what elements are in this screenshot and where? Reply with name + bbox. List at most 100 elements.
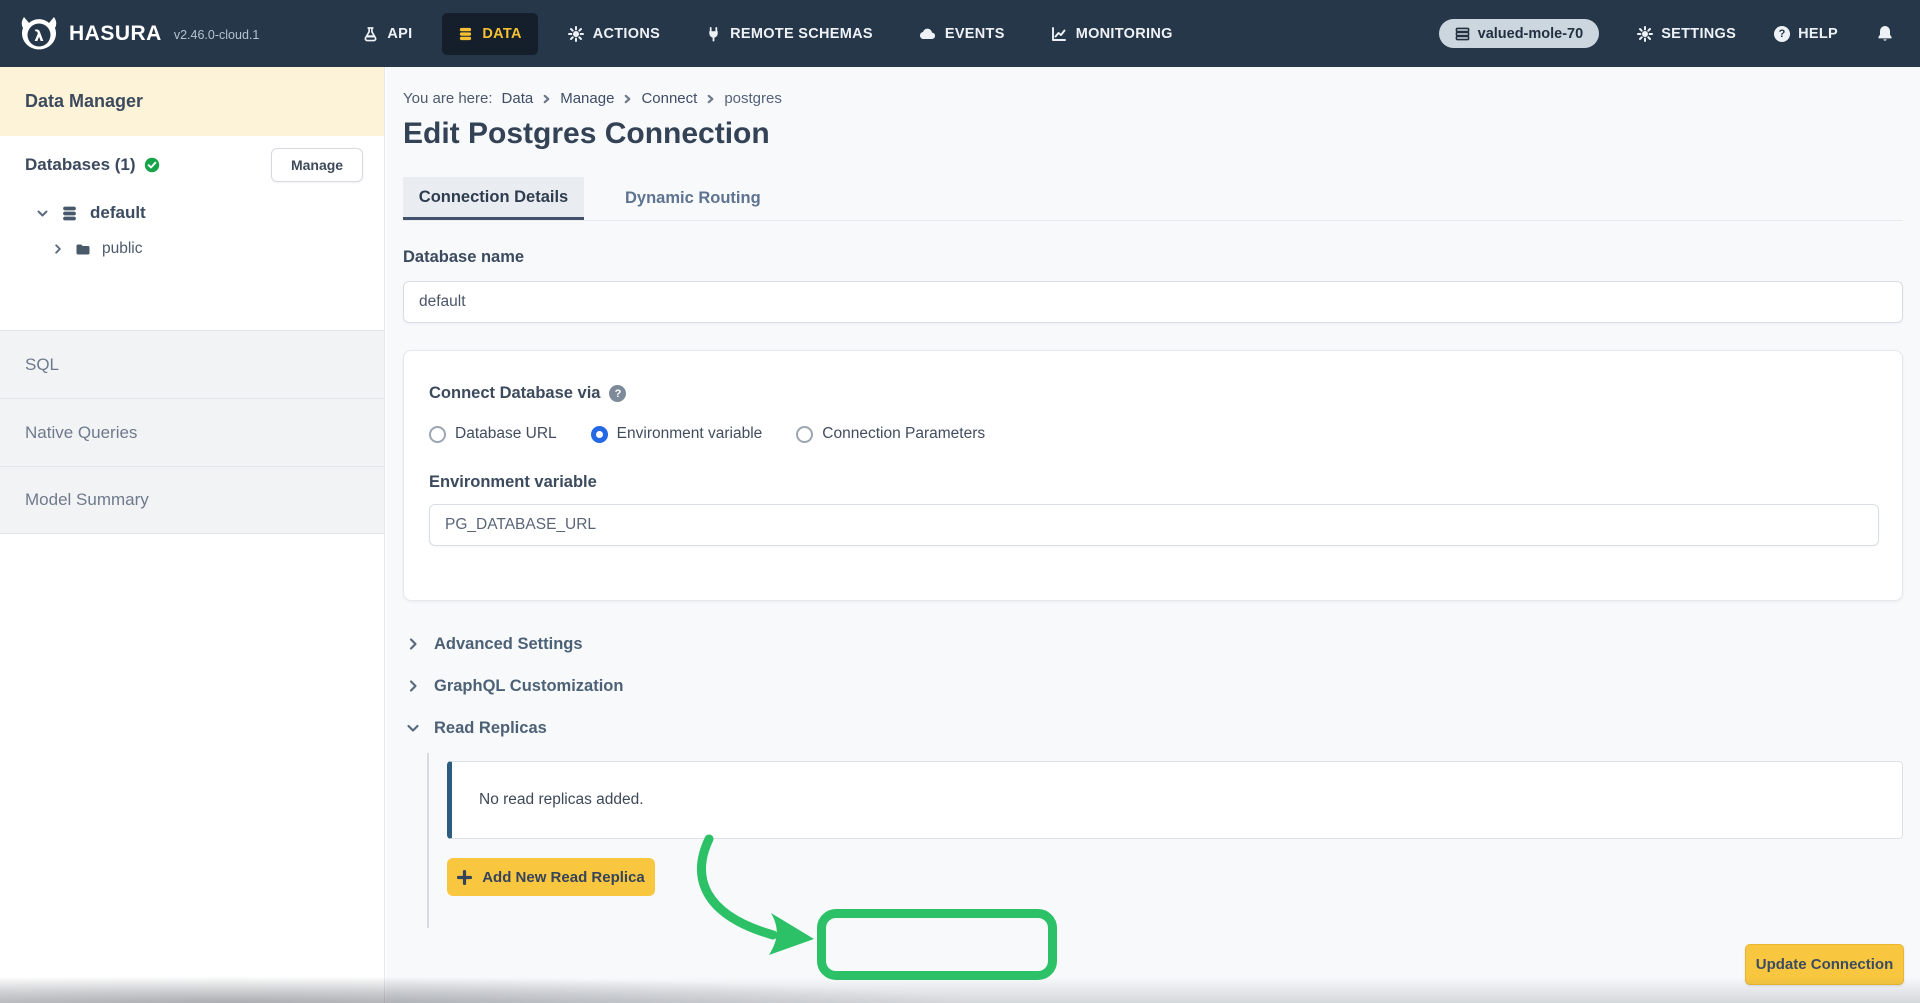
env-var-label: Environment variable [429, 473, 1877, 492]
databases-row: Databases (1) Manage [0, 136, 384, 194]
nav-item-remote-schemas[interactable]: REMOTE SCHEMAS [690, 13, 889, 55]
chevron-right-icon [623, 94, 632, 104]
update-connection-button[interactable]: Update Connection [1745, 944, 1904, 985]
nav-item-data[interactable]: DATA [442, 13, 537, 55]
server-icon [1455, 27, 1470, 41]
help-label: HELP [1798, 26, 1838, 42]
radio-icon[interactable] [796, 426, 813, 443]
plug-icon [706, 26, 721, 42]
sidebar-item-native-queries[interactable]: Native Queries [0, 398, 384, 466]
chevron-down-icon [406, 721, 420, 735]
help-circle-icon[interactable]: ? [609, 385, 626, 402]
tab-label: Connection Details [419, 188, 568, 207]
project-name: valued-mole-70 [1478, 26, 1584, 42]
help-link[interactable]: ? HELP [1774, 26, 1838, 42]
chevron-right-icon [406, 679, 420, 693]
svg-text:λ: λ [34, 27, 44, 45]
section-label: GraphQL Customization [434, 677, 623, 696]
nav-item-api[interactable]: API [347, 13, 428, 55]
section-label: Read Replicas [434, 719, 547, 738]
connect-via-options: Database URL Environment variable Connec… [429, 425, 1877, 443]
tree-item-public-schema[interactable]: public [0, 232, 384, 266]
radio-icon[interactable] [591, 426, 608, 443]
section-graphql-customization[interactable]: GraphQL Customization [406, 665, 623, 707]
folder-icon [75, 242, 91, 257]
database-icon [61, 205, 78, 222]
add-read-replica-button[interactable]: Add New Read Replica [447, 858, 655, 896]
database-name-label: Database name [403, 248, 524, 267]
nav-item-monitoring[interactable]: MONITORING [1035, 13, 1189, 55]
flask-icon [363, 26, 378, 42]
breadcrumb-item-postgres: postgres [724, 90, 782, 107]
database-icon [458, 26, 473, 42]
chevron-right-icon [406, 637, 420, 651]
navbar-right: valued-mole-70 SETTINGS ? HELP [1439, 19, 1894, 48]
top-navbar: λ HASURA v2.46.0-cloud.1 API [0, 0, 1920, 67]
main-nav: API DATA ACTIONS [347, 13, 1188, 55]
tab-connection-details[interactable]: Connection Details [403, 177, 584, 220]
settings-label: SETTINGS [1661, 26, 1736, 42]
sidebar-item-label: Native Queries [25, 423, 137, 443]
nav-item-label: REMOTE SCHEMAS [730, 26, 873, 42]
database-name-input[interactable] [403, 281, 1903, 323]
breadcrumb-prefix: You are here: [403, 90, 493, 107]
chart-icon [1051, 26, 1067, 42]
sidebar-item-sql[interactable]: SQL [0, 330, 384, 398]
section-label: Advanced Settings [434, 635, 583, 654]
chevron-right-icon[interactable] [52, 243, 64, 255]
cloud-icon [919, 26, 936, 42]
radio-icon[interactable] [429, 426, 446, 443]
chevron-right-icon [706, 94, 715, 104]
nav-item-label: EVENTS [945, 26, 1005, 42]
nav-item-events[interactable]: EVENTS [903, 13, 1021, 55]
add-read-replica-label: Add New Read Replica [482, 869, 645, 886]
tab-label: Dynamic Routing [625, 189, 761, 208]
chevron-right-icon [542, 94, 551, 104]
env-var-input[interactable] [429, 504, 1879, 546]
annotation-highlight-ring [817, 909, 1057, 980]
chevron-down-icon[interactable] [36, 207, 49, 220]
sidebar: Data Manager Databases (1) Manage defaul [0, 67, 385, 1003]
nav-item-label: DATA [482, 26, 521, 42]
nav-item-label: ACTIONS [593, 26, 660, 42]
page-title: Edit Postgres Connection [403, 117, 770, 151]
version-label: v2.46.0-cloud.1 [174, 28, 259, 42]
radio-label: Connection Parameters [822, 425, 985, 443]
gear-icon [1637, 26, 1653, 42]
plus-icon [457, 870, 472, 885]
connect-via-card: Connect Database via ? Database URL Envi… [403, 350, 1903, 601]
brand-block[interactable]: λ HASURA v2.46.0-cloud.1 [18, 15, 259, 53]
radio-environment-variable[interactable]: Environment variable [591, 425, 763, 443]
project-pill[interactable]: valued-mole-70 [1439, 19, 1600, 48]
check-circle-icon [144, 157, 160, 173]
nav-item-label: API [387, 26, 412, 42]
hasura-logo-icon: λ [18, 15, 60, 53]
sidebar-header[interactable]: Data Manager [0, 67, 384, 136]
main-content: You are here: Data Manage Connect postgr… [386, 67, 1920, 1003]
breadcrumb-item-connect[interactable]: Connect [641, 90, 697, 107]
settings-link[interactable]: SETTINGS [1637, 26, 1736, 42]
section-read-replicas[interactable]: Read Replicas [406, 707, 623, 749]
connect-via-label: Connect Database via [429, 384, 600, 403]
radio-connection-parameters[interactable]: Connection Parameters [796, 425, 985, 443]
notification-bell-icon[interactable] [1876, 24, 1894, 43]
read-replicas-empty-box: No read replicas added. [447, 761, 1903, 839]
radio-label: Environment variable [617, 425, 763, 443]
databases-label: Databases (1) [25, 155, 160, 175]
manage-button[interactable]: Manage [271, 148, 363, 182]
tree-item-label: default [90, 203, 146, 223]
tree-item-label: public [102, 240, 143, 258]
breadcrumb: You are here: Data Manage Connect postgr… [403, 90, 782, 107]
section-advanced-settings[interactable]: Advanced Settings [406, 623, 623, 665]
tree-item-default-db[interactable]: default [0, 194, 384, 232]
tab-dynamic-routing[interactable]: Dynamic Routing [615, 177, 771, 220]
radio-label: Database URL [455, 425, 557, 443]
radio-database-url[interactable]: Database URL [429, 425, 557, 443]
sidebar-item-label: SQL [25, 355, 59, 375]
breadcrumb-item-data[interactable]: Data [502, 90, 534, 107]
nav-item-actions[interactable]: ACTIONS [552, 13, 676, 55]
breadcrumb-item-manage[interactable]: Manage [560, 90, 614, 107]
help-circle-icon: ? [1774, 26, 1790, 42]
sidebar-item-model-summary[interactable]: Model Summary [0, 466, 384, 534]
nav-item-label: MONITORING [1076, 26, 1173, 42]
